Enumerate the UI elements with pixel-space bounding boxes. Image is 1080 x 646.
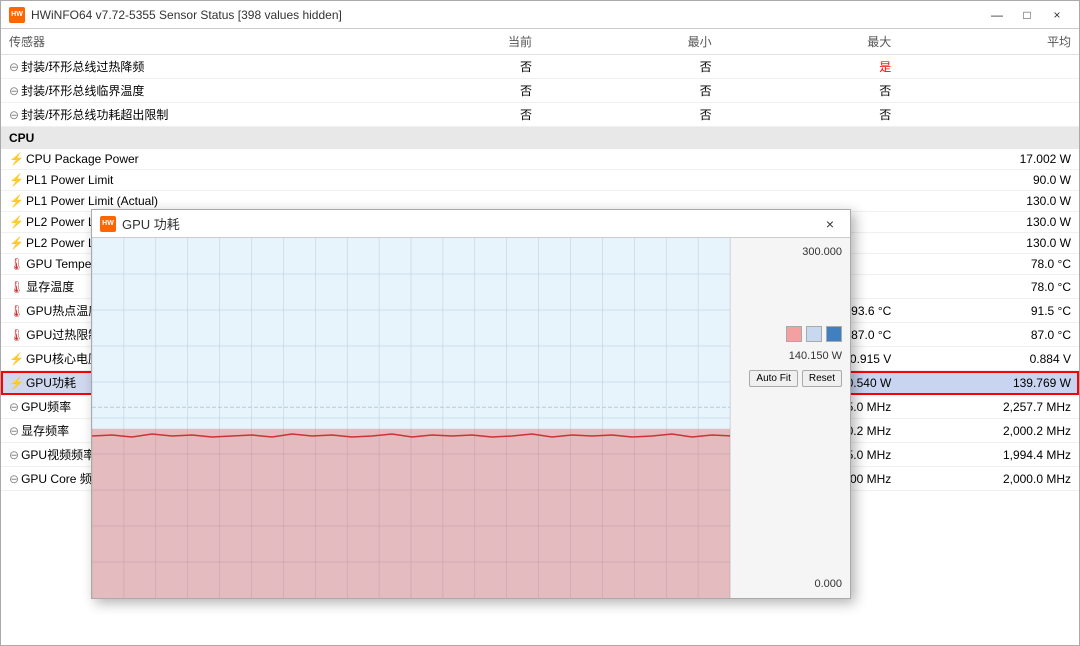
table-row[interactable]: ⊖封装/环形总线过热降频否否是 [1,55,1079,79]
chart-sidebar: 300.000 140.150 W Auto Fit Reset 0.000 [730,238,850,598]
main-window: HW HWiNFO64 v7.72-5355 Sensor Status [39… [0,0,1080,646]
swatch-pink[interactable] [786,326,802,342]
row-max: 否 [720,79,900,103]
lightning-icon: ⚡ [9,352,24,366]
lightning-icon: ⚡ [9,376,24,390]
row-label: ⚡CPU Package Power [1,149,360,170]
window-controls: — □ × [983,5,1071,25]
row-avg: 139.769 W [899,371,1079,395]
lightning-icon: ⚡ [9,236,24,250]
row-max: 是 [720,55,900,79]
row-max: 否 [720,103,900,127]
chart-buttons: Auto Fit Reset [739,370,842,387]
row-avg: 2,257.7 MHz [899,395,1079,419]
minus-icon: ⊖ [9,84,19,98]
row-avg: 78.0 °C [899,254,1079,275]
popup-title-text: GPU 功耗 [122,214,180,233]
minus-icon: ⊖ [9,424,19,438]
row-avg: 17.002 W [899,149,1079,170]
row-min [540,149,720,170]
maximize-button[interactable]: □ [1013,5,1041,25]
popup-body: 300.000 140.150 W Auto Fit Reset 0.000 [92,238,850,598]
thermometer-icon: 🌡 [9,280,24,294]
lightning-icon: ⚡ [9,173,24,187]
swatch-lightblue[interactable] [806,326,822,342]
minimize-button[interactable]: — [983,5,1011,25]
row-min: 否 [540,79,720,103]
row-avg: 2,000.0 MHz [899,467,1079,491]
row-avg: 1,994.4 MHz [899,443,1079,467]
title-bar-left: HW HWiNFO64 v7.72-5355 Sensor Status [39… [9,7,342,23]
row-current: 否 [360,55,540,79]
minus-icon: ⊖ [9,400,19,414]
row-min [540,170,720,191]
color-swatches [739,326,842,342]
row-min: 否 [540,55,720,79]
lightning-icon: ⚡ [9,152,24,166]
table-container: 传感器 当前 最小 最大 平均 ⊖封装/环形总线过热降频否否是⊖封装/环形总线临… [1,29,1079,645]
row-avg [899,103,1079,127]
col-avg: 平均 [899,29,1079,55]
table-header: 传感器 当前 最小 最大 平均 [1,29,1079,55]
app-icon: HW [9,7,25,23]
row-current: 否 [360,79,540,103]
minus-icon: ⊖ [9,448,19,462]
close-button[interactable]: × [1043,5,1071,25]
row-current: 否 [360,103,540,127]
col-current: 当前 [360,29,540,55]
row-avg: 130.0 W [899,212,1079,233]
swatch-blue[interactable] [826,326,842,342]
table-row[interactable]: ⊖封装/环形总线临界温度否否否 [1,79,1079,103]
popup-icon: HW [100,216,116,232]
row-label: ⊖封装/环形总线过热降频 [1,55,360,79]
col-sensor: 传感器 [1,29,360,55]
row-label: ⚡PL1 Power Limit [1,170,360,191]
row-max [720,170,900,191]
chart-max-label: 300.000 [739,246,842,258]
table-row[interactable]: ⚡CPU Package Power 17.002 W [1,149,1079,170]
popup-title-left: HW GPU 功耗 [100,214,180,233]
row-label: ⊖封装/环形总线临界温度 [1,79,360,103]
chart-area [92,238,730,598]
row-max [720,149,900,170]
chart-current-value-label: 140.150 W [739,350,842,362]
row-current [360,149,540,170]
row-label: ⊖封装/环形总线功耗超出限制 [1,103,360,127]
row-avg [899,55,1079,79]
col-max: 最大 [720,29,900,55]
auto-fit-button[interactable]: Auto Fit [749,370,797,387]
minus-icon: ⊖ [9,472,19,486]
row-avg: 130.0 W [899,191,1079,212]
thermometer-icon: 🌡 [9,257,24,271]
lightning-icon: ⚡ [9,215,24,229]
row-avg: 90.0 W [899,170,1079,191]
section-header-row: CPU [1,127,1079,150]
thermometer-icon: 🌡 [9,304,24,318]
row-avg [899,79,1079,103]
row-min: 否 [540,103,720,127]
reset-button[interactable]: Reset [802,370,842,387]
row-avg: 0.884 V [899,347,1079,371]
chart-zero-label: 0.000 [739,578,842,590]
row-avg: 2,000.2 MHz [899,419,1079,443]
row-avg: 87.0 °C [899,323,1079,347]
chart-svg [92,238,730,598]
gpu-power-popup: HW GPU 功耗 × [91,209,851,599]
thermometer-icon: 🌡 [9,328,24,342]
row-avg: 130.0 W [899,233,1079,254]
col-min: 最小 [540,29,720,55]
popup-title-bar: HW GPU 功耗 × [92,210,850,238]
window-title: HWiNFO64 v7.72-5355 Sensor Status [398 v… [31,8,342,22]
table-row[interactable]: ⊖封装/环形总线功耗超出限制否否否 [1,103,1079,127]
row-avg: 78.0 °C [899,275,1079,299]
lightning-icon: ⚡ [9,194,24,208]
table-row[interactable]: ⚡PL1 Power Limit 90.0 W [1,170,1079,191]
row-current [360,170,540,191]
popup-close-button[interactable]: × [818,214,842,234]
minus-icon: ⊖ [9,60,19,74]
title-bar: HW HWiNFO64 v7.72-5355 Sensor Status [39… [1,1,1079,29]
row-avg: 91.5 °C [899,299,1079,323]
minus-icon: ⊖ [9,108,19,122]
